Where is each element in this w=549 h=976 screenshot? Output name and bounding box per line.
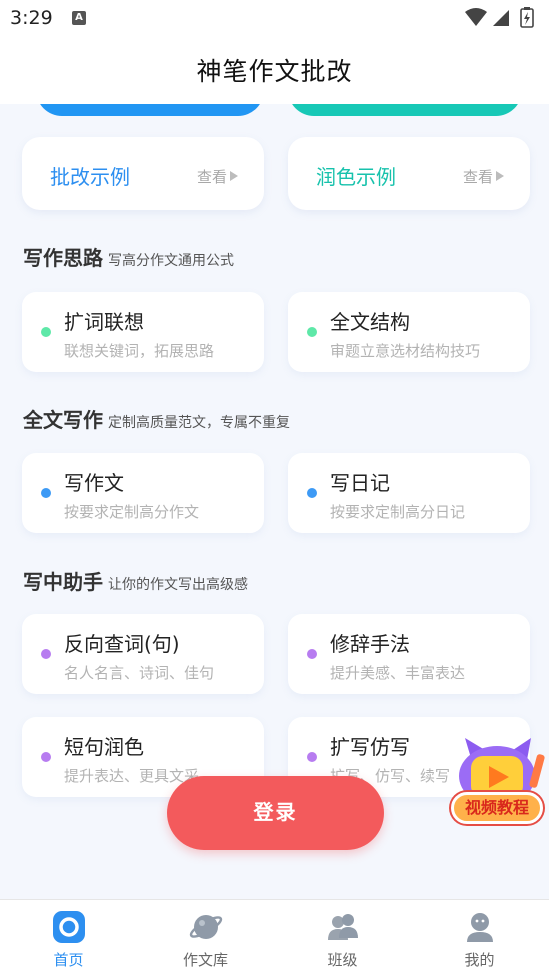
bullet-dot (41, 649, 51, 659)
section-subtitle: 让你的作文写出高级感 (108, 577, 248, 593)
section-subtitle: 定制高质量范文，专属不重复 (108, 415, 290, 431)
nav-label: 作文库 (182, 951, 228, 969)
section-title: 写作思路 (23, 246, 103, 270)
feature-desc: 提升表达、更具文采 (64, 767, 200, 785)
status-time: 3:29 (10, 7, 53, 29)
bullet-dot (307, 649, 317, 659)
bullet-dot (307, 752, 317, 762)
bullet-dot (307, 327, 317, 337)
feature-title: 扩词联想 (64, 310, 144, 334)
bottom-nav: 首页 作文库 班级 我的 (0, 899, 549, 976)
nav-label: 班级 (327, 951, 358, 969)
section-title: 全文写作 (23, 408, 103, 432)
polish-example-card[interactable]: 润色示例 查看 (288, 137, 530, 210)
nav-label: 我的 (464, 951, 495, 969)
section-writing-ideas: 写作思路 写高分作文通用公式 (23, 242, 234, 271)
signal-icon (493, 10, 509, 26)
feature-card-full-structure[interactable]: 全文结构 审题立意选材结构技巧 (288, 292, 530, 372)
main-content[interactable]: 批改示例 查看 润色示例 查看 写作思路 写高分作文通用公式 扩词联想 联想关键词… (0, 104, 549, 899)
polish-example-view-link[interactable]: 查看 (463, 166, 504, 187)
planet-icon (189, 915, 223, 939)
feature-card-reverse-lookup[interactable]: 反向查词(句) 名人名言、诗词、佳句 (22, 614, 264, 694)
bullet-dot (307, 488, 317, 498)
section-writing-assistant: 写中助手 让你的作文写出高级感 (23, 566, 248, 595)
bullet-dot (41, 327, 51, 337)
correction-example-title: 批改示例 (50, 165, 130, 189)
feature-desc: 联想关键词，拓展思路 (64, 342, 215, 360)
nav-tab-class[interactable]: 班级 (274, 900, 411, 976)
feature-desc: 按要求定制高分作文 (64, 503, 200, 521)
section-subtitle: 写高分作文通用公式 (108, 253, 234, 269)
wifi-icon (465, 8, 487, 26)
feature-banner-teal[interactable] (288, 104, 522, 116)
video-tutorial-label: 视频教程 (451, 792, 543, 824)
app-header: 神笔作文批改 (0, 36, 549, 104)
feature-title: 反向查词(句) (64, 632, 180, 656)
bullet-dot (41, 752, 51, 762)
nav-tab-home[interactable]: 首页 (0, 900, 137, 976)
status-icons (465, 7, 534, 28)
feature-card-write-essay[interactable]: 写作文 按要求定制高分作文 (22, 453, 264, 533)
feature-title: 短句润色 (64, 735, 144, 759)
feature-card-rhetoric[interactable]: 修辞手法 提升美感、丰富表达 (288, 614, 530, 694)
video-tutorial-badge[interactable]: 视频教程 (449, 736, 545, 832)
notification-icon: A (72, 11, 86, 25)
nav-tab-profile[interactable]: 我的 (411, 900, 548, 976)
feature-desc: 审题立意选材结构技巧 (330, 342, 481, 360)
class-icon (328, 914, 358, 940)
login-button[interactable]: 登录 (167, 776, 384, 850)
correction-example-card[interactable]: 批改示例 查看 (22, 137, 264, 210)
feature-card-word-association[interactable]: 扩词联想 联想关键词，拓展思路 (22, 292, 264, 372)
status-bar: 3:29 A (0, 0, 549, 36)
feature-desc: 按要求定制高分日记 (330, 503, 466, 521)
section-title: 写中助手 (23, 570, 103, 594)
feature-title: 写日记 (330, 471, 390, 495)
section-full-writing: 全文写作 定制高质量范文，专属不重复 (23, 404, 290, 433)
feature-desc: 提升美感、丰富表达 (330, 664, 466, 682)
play-arrow-icon (496, 171, 504, 181)
correction-example-view-link[interactable]: 查看 (197, 166, 238, 187)
feature-card-write-diary[interactable]: 写日记 按要求定制高分日记 (288, 453, 530, 533)
home-icon (53, 911, 85, 943)
polish-example-title: 润色示例 (316, 165, 396, 189)
profile-icon (467, 913, 493, 942)
play-arrow-icon (230, 171, 238, 181)
feature-title: 扩写仿写 (330, 735, 410, 759)
feature-title: 修辞手法 (330, 632, 410, 656)
feature-banner-blue[interactable] (36, 104, 264, 116)
nav-label: 首页 (53, 951, 84, 969)
feature-title: 全文结构 (330, 310, 410, 334)
feature-title: 写作文 (64, 471, 124, 495)
nav-tab-essay-library[interactable]: 作文库 (137, 900, 274, 976)
feature-desc: 名人名言、诗词、佳句 (64, 664, 215, 682)
page-title: 神笔作文批改 (196, 57, 353, 86)
bullet-dot (41, 488, 51, 498)
